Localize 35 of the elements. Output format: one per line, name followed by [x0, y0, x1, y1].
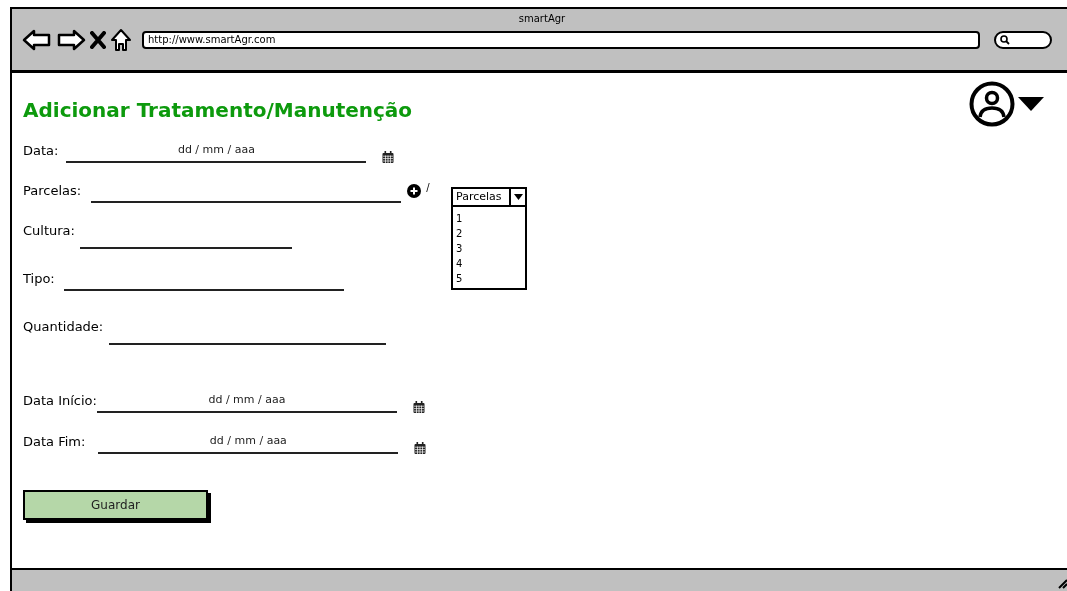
calendar-icon[interactable] [382, 151, 395, 163]
input-field[interactable]: dd / mm / aaa [96, 393, 397, 413]
caret-icon[interactable] [1017, 96, 1045, 112]
user-avatar-icon[interactable] [969, 81, 1015, 127]
save-button[interactable]: Guardar [23, 490, 208, 520]
page-heading: Adicionar Tratamento/Manutenção [23, 98, 413, 122]
field-label: Data Início: [23, 393, 97, 410]
calendar-icon[interactable] [414, 442, 427, 454]
field-label: Data: [23, 143, 59, 160]
forward-icon[interactable] [56, 28, 86, 52]
field-label: Cultura: [23, 223, 75, 240]
input-field[interactable]: dd / mm / aaa [98, 434, 399, 454]
close-icon[interactable] [90, 31, 106, 49]
window-title: smartAgr [517, 12, 567, 26]
search-field[interactable] [994, 31, 1052, 49]
dropdown-option[interactable]: 1 [456, 211, 522, 226]
dropdown-option[interactable]: 5 [456, 271, 522, 286]
search-icon [1000, 35, 1010, 45]
calendar-icon[interactable] [412, 401, 425, 413]
dropdown-option[interactable]: 3 [456, 241, 522, 256]
address-field[interactable]: http://www.smartAgr.com [142, 31, 980, 49]
separator-text: / [426, 182, 430, 193]
dropdown-option[interactable]: 4 [456, 256, 522, 271]
dropdown-option[interactable]: 2 [456, 226, 522, 241]
add-icon[interactable] [407, 184, 422, 198]
field-label: Parcelas: [23, 183, 82, 200]
resize-grip-icon[interactable] [1056, 577, 1067, 589]
caret-icon [513, 194, 523, 200]
input-field[interactable]: dd / mm / aaa [66, 143, 367, 163]
field-label: Data Fim: [23, 434, 86, 451]
dropdown-select[interactable]: Parcelas [451, 187, 527, 207]
field-label: Tipo: [23, 271, 55, 288]
home-icon[interactable] [110, 28, 132, 52]
field-label: Quantidade: [23, 319, 104, 336]
back-icon[interactable] [22, 28, 52, 52]
